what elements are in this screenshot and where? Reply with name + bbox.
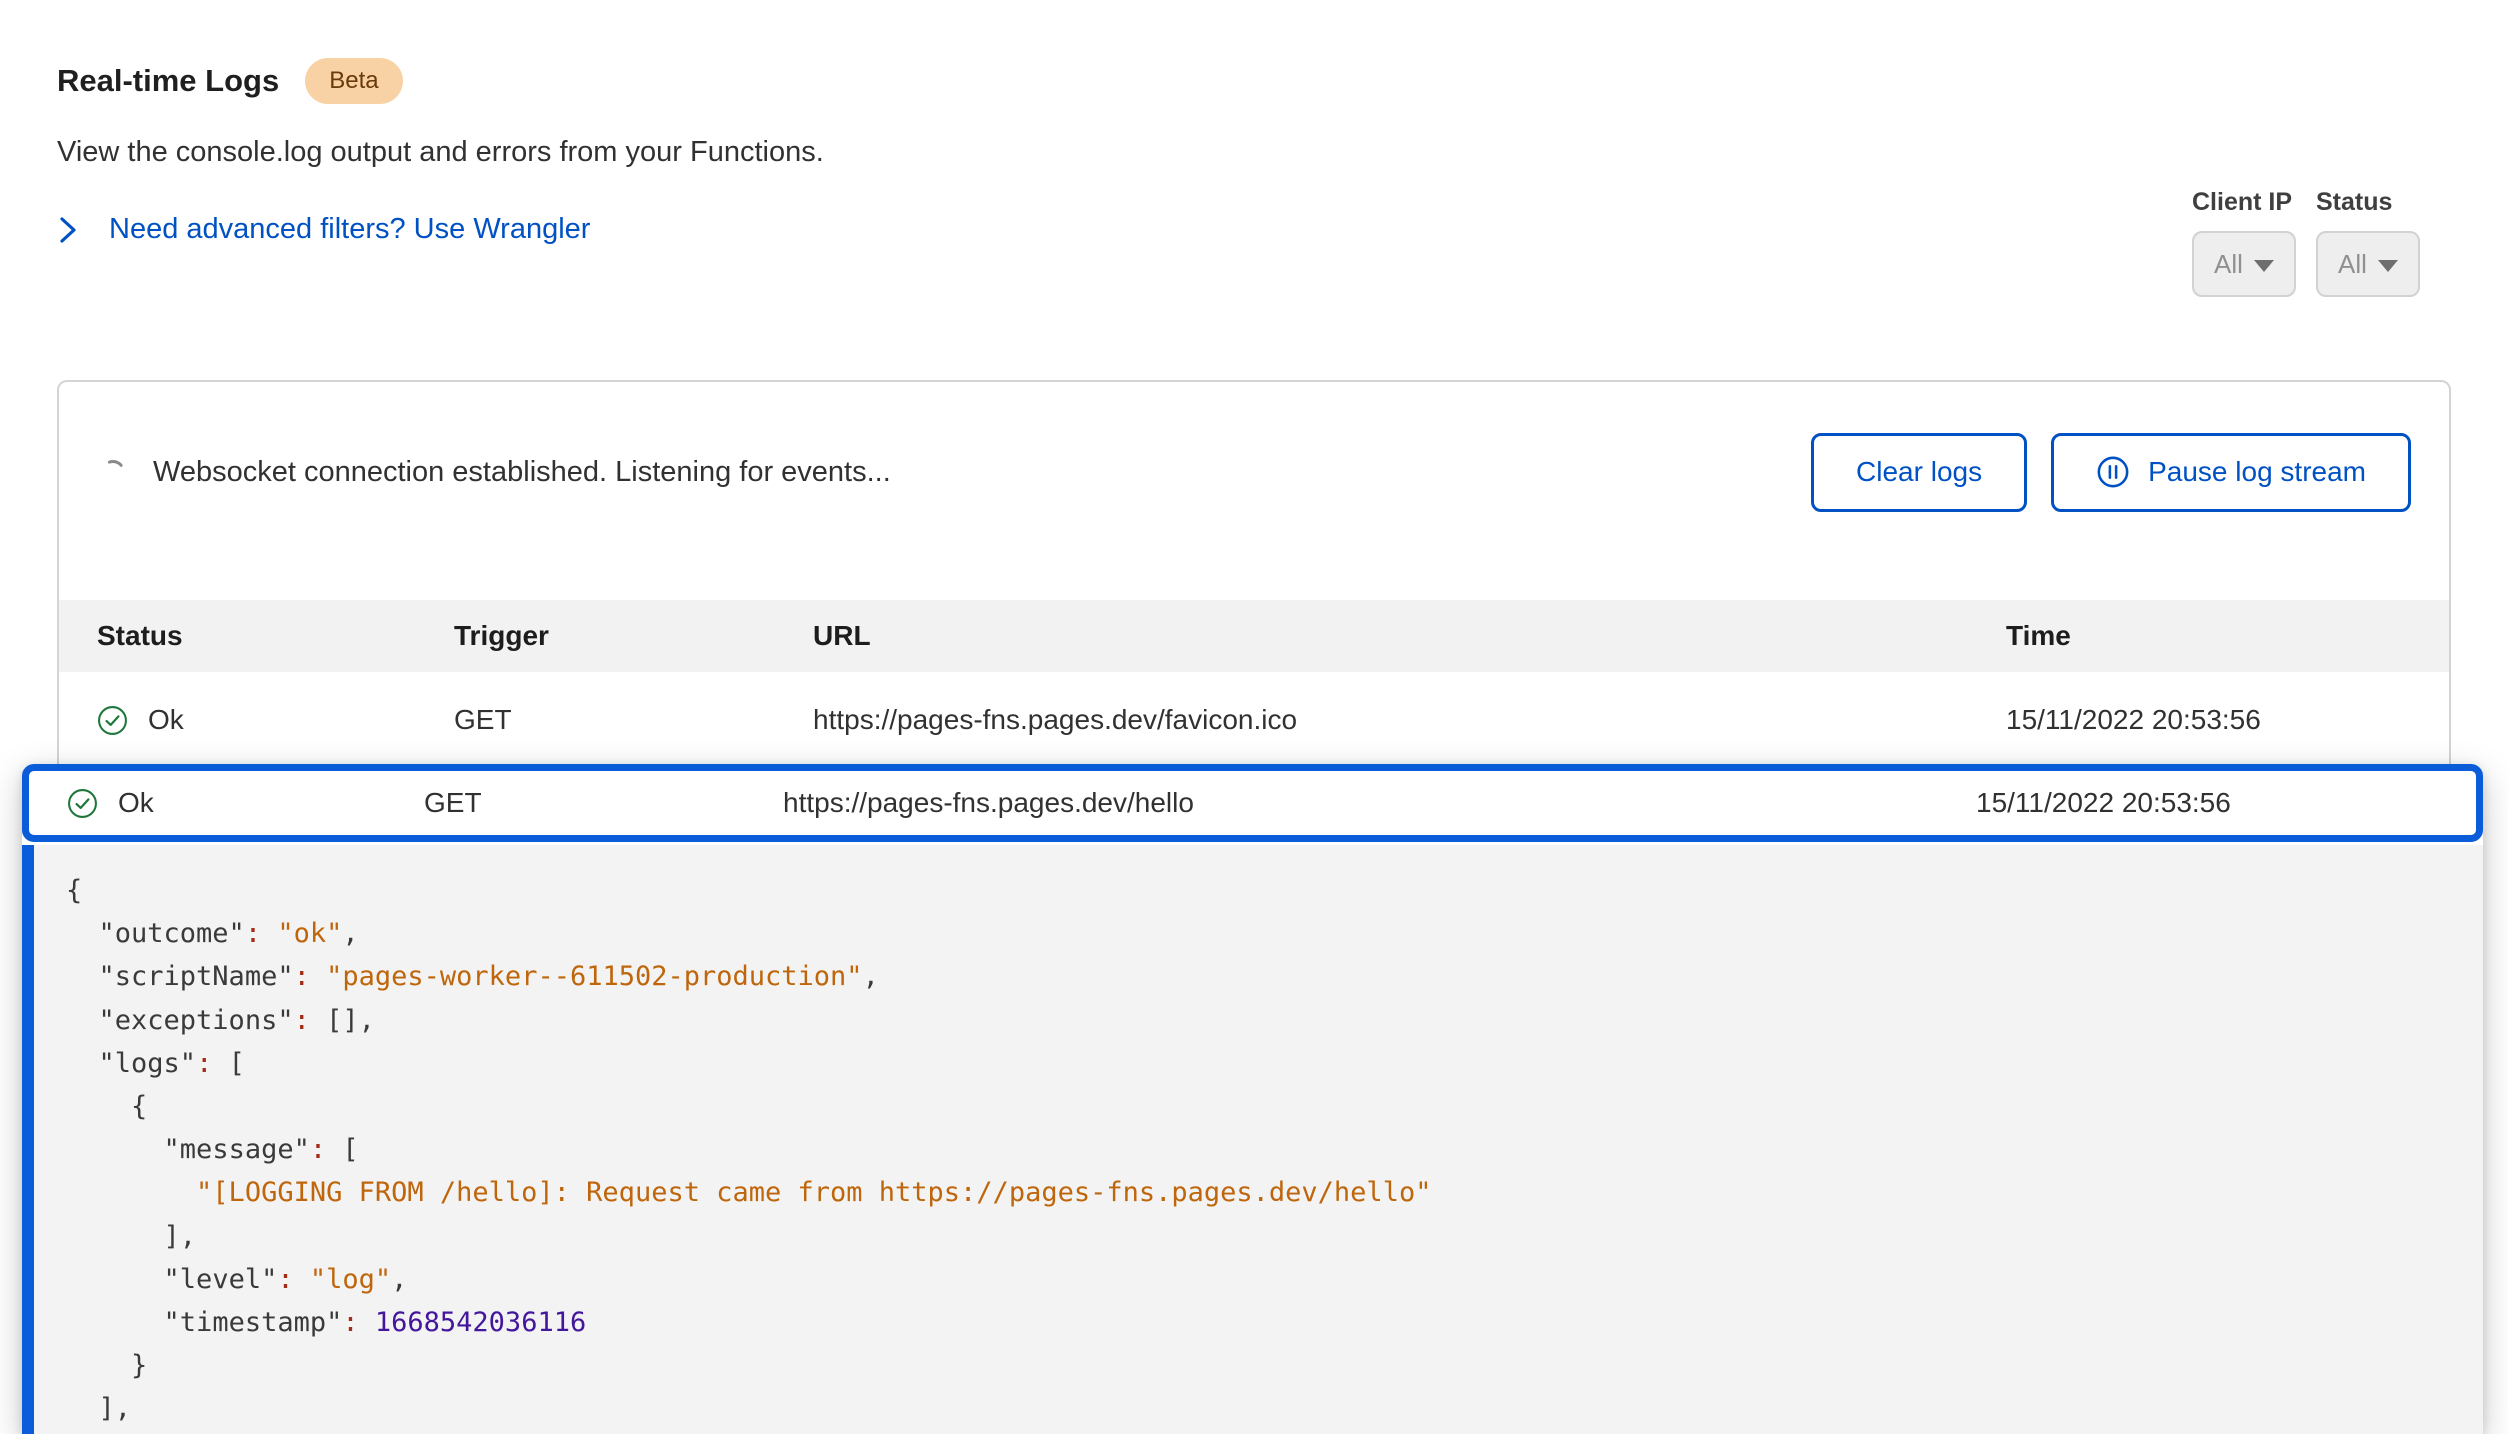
code-line: "level": "log", xyxy=(66,1258,2483,1301)
logs-card: Websocket connection established. Listen… xyxy=(57,380,2451,820)
table-row[interactable]: Ok GET https://pages-fns.pages.dev/favic… xyxy=(59,672,2449,768)
code-line: "scriptName": "pages-worker--611502-prod… xyxy=(66,955,2483,998)
client-ip-filter-label: Client IP xyxy=(2192,188,2296,217)
row-status: Ok xyxy=(148,704,184,736)
spinner-icon xyxy=(99,458,127,486)
table-row-expanded[interactable]: Ok GET https://pages-fns.pages.dev/hello… xyxy=(22,764,2483,842)
pause-log-stream-label: Pause log stream xyxy=(2148,456,2366,488)
status-filter-label: Status xyxy=(2316,188,2420,217)
websocket-status: Websocket connection established. Listen… xyxy=(99,456,891,489)
clear-logs-label: Clear logs xyxy=(1856,456,1982,488)
code-line: "exceptions": [], xyxy=(66,999,2483,1042)
row-status: Ok xyxy=(118,787,154,819)
row-time: 15/11/2022 20:53:56 xyxy=(1976,787,2476,819)
log-detail-json: { "outcome": "ok", "scriptName": "pages-… xyxy=(22,845,2483,1434)
check-circle-icon xyxy=(97,705,128,736)
check-circle-icon xyxy=(67,788,98,819)
wrangler-link[interactable]: Need advanced filters? Use Wrangler xyxy=(57,213,824,246)
column-header-trigger: Trigger xyxy=(454,620,813,652)
chevron-right-icon xyxy=(57,214,79,246)
filters: Client IP All Status All xyxy=(2192,188,2420,297)
table-header-row: Status Trigger URL Time xyxy=(59,600,2449,672)
row-trigger: GET xyxy=(454,704,813,736)
page-title: Real-time Logs xyxy=(57,63,279,99)
code-line: "timestamp": 1668542036116 xyxy=(66,1301,2483,1344)
column-header-time: Time xyxy=(2006,620,2449,652)
wrangler-link-label: Need advanced filters? Use Wrangler xyxy=(109,213,590,246)
column-header-url: URL xyxy=(813,620,2006,652)
clear-logs-button[interactable]: Clear logs xyxy=(1811,433,2027,512)
caret-down-icon xyxy=(2254,260,2274,272)
row-url: https://pages-fns.pages.dev/favicon.ico xyxy=(813,704,2006,736)
websocket-status-text: Websocket connection established. Listen… xyxy=(153,456,891,489)
status-filter-value: All xyxy=(2338,249,2367,280)
code-line: ], xyxy=(66,1387,2483,1430)
page-header: Real-time Logs Beta View the console.log… xyxy=(57,58,824,246)
code-line: { xyxy=(66,869,2483,912)
json-code-block: { "outcome": "ok", "scriptName": "pages-… xyxy=(66,869,2483,1431)
row-url: https://pages-fns.pages.dev/hello xyxy=(783,787,1976,819)
pause-circle-icon xyxy=(2096,455,2130,489)
client-ip-filter-dropdown[interactable]: All xyxy=(2192,231,2296,297)
client-ip-filter-value: All xyxy=(2214,249,2243,280)
code-line: { xyxy=(66,1085,2483,1128)
pause-log-stream-button[interactable]: Pause log stream xyxy=(2051,433,2411,512)
row-trigger: GET xyxy=(424,787,783,819)
page-subtitle: View the console.log output and errors f… xyxy=(57,136,824,169)
code-line: } xyxy=(66,1344,2483,1387)
code-line: "outcome": "ok", xyxy=(66,912,2483,955)
code-line: "[LOGGING FROM /hello]: Request came fro… xyxy=(66,1171,2483,1214)
expanded-log-entry: Ok GET https://pages-fns.pages.dev/hello… xyxy=(22,764,2483,1434)
column-header-status: Status xyxy=(97,620,454,652)
caret-down-icon xyxy=(2378,260,2398,272)
status-filter-dropdown[interactable]: All xyxy=(2316,231,2420,297)
row-time: 15/11/2022 20:53:56 xyxy=(2006,704,2449,736)
code-line: "logs": [ xyxy=(66,1042,2483,1085)
beta-badge: Beta xyxy=(305,58,402,104)
code-line: ], xyxy=(66,1215,2483,1258)
logs-toolbar: Websocket connection established. Listen… xyxy=(99,432,2411,512)
code-line: "message": [ xyxy=(66,1128,2483,1171)
